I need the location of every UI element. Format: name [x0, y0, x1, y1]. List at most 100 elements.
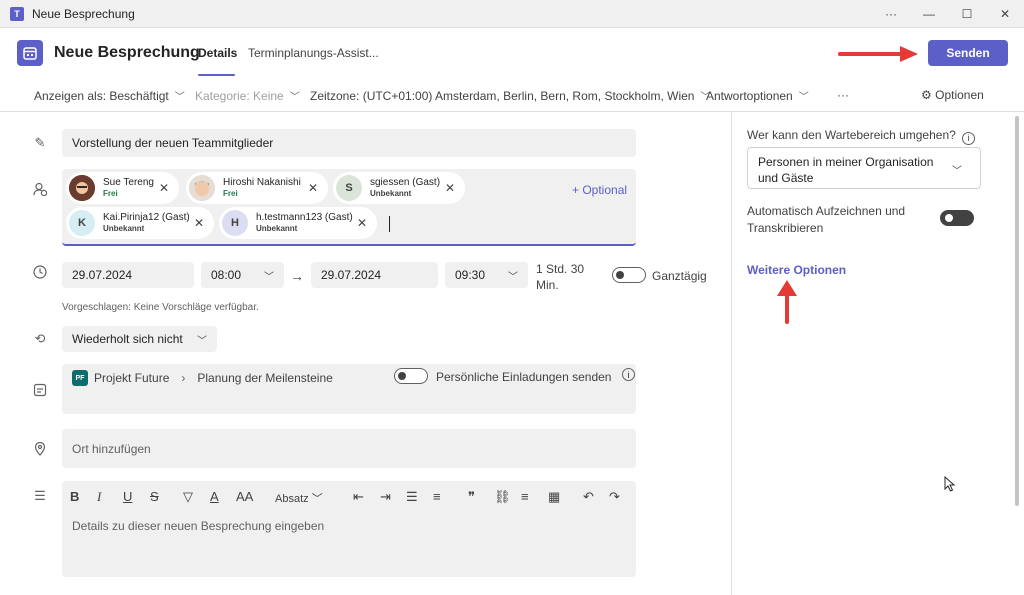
attendee-name: sgiessen (Gast) [370, 177, 441, 188]
attendee-status: Unbekannt [103, 224, 145, 233]
pencil-icon: ✎ [34, 135, 46, 150]
show-as-label: Anzeigen als: Beschäftigt [34, 89, 169, 103]
response-options-dropdown[interactable]: Antwortoptionen ﹀ [706, 88, 809, 103]
chevron-right-icon: › [181, 371, 186, 385]
channel-icon [32, 382, 48, 398]
clock-icon [32, 264, 48, 280]
font-size-icon[interactable]: AA [236, 489, 253, 504]
start-date-input[interactable]: 29.07.2024 [62, 262, 194, 288]
tab-details[interactable]: Details [198, 46, 237, 60]
avatar [69, 175, 95, 201]
attendees-field[interactable]: Sue Tereng Frei ✕ Hiroshi Nakanishi Frei ✕… [62, 169, 636, 246]
horizontal-rule-icon[interactable]: ≡ [521, 489, 529, 504]
underline-icon[interactable]: U [123, 489, 132, 504]
window-controls: ··· — ☐ ✕ [872, 0, 1024, 28]
options-label: Optionen [935, 88, 984, 102]
mouse-cursor-icon [944, 476, 956, 492]
repeat-icon: ⟲ [34, 331, 46, 346]
page-title: Neue Besprechung [54, 44, 200, 61]
maximize-icon[interactable]: ☐ [948, 0, 986, 28]
window-titlebar: T Neue Besprechung ··· — ☐ ✕ [0, 0, 1024, 28]
timezone-dropdown[interactable]: Zeitzone: (UTC+01:00) Amsterdam, Berlin,… [310, 88, 710, 103]
chevron-down-icon: ﹀ [508, 271, 518, 283]
attendee-status: Frei [223, 189, 238, 198]
attendee-name: h.testmann123 (Gast) [256, 212, 353, 223]
avatar: S [336, 175, 362, 201]
recurrence-value: Wiederholt sich nicht [72, 332, 183, 346]
indent-icon[interactable]: ⇥ [380, 489, 391, 505]
chevron-down-icon: ﹀ [798, 92, 809, 103]
arrow-right-icon: → [290, 268, 304, 284]
gear-icon: ⚙ [921, 88, 932, 102]
recurrence-select[interactable]: Wiederholt sich nicht ﹀ [62, 326, 217, 352]
category-dropdown[interactable]: Kategorie: Keine ﹀ [195, 88, 300, 103]
info-icon[interactable]: i [962, 132, 976, 145]
font-color-icon[interactable]: A [210, 489, 219, 504]
title-input[interactable]: Vorstellung der neuen Teammitglieder [62, 129, 636, 157]
table-icon[interactable]: ▦ [548, 489, 560, 505]
scrollbar[interactable] [1015, 116, 1019, 506]
avatar [189, 175, 215, 201]
remove-attendee-icon[interactable]: ✕ [194, 216, 204, 230]
attendee-pill: H h.testmann123 (Gast) Unbekannt ✕ [219, 207, 377, 239]
calendar-icon [17, 40, 43, 66]
redo-icon[interactable]: ↷ [609, 489, 620, 505]
info-icon[interactable]: i [622, 368, 635, 381]
text-format-icon: ☰ [34, 488, 46, 503]
paragraph-style-dropdown[interactable]: Absatz ﹀ [275, 490, 323, 506]
highlight-icon[interactable]: ▽ [183, 489, 193, 505]
start-time-value: 08:00 [211, 268, 242, 282]
show-as-dropdown[interactable]: Anzeigen als: Beschäftigt ﹀ [34, 88, 185, 103]
attendee-pill: K Kai.Pirinja12 (Gast) Unbekannt ✕ [66, 207, 214, 239]
more-options-link[interactable]: Weitere Optionen [747, 263, 846, 277]
remove-attendee-icon[interactable]: ✕ [445, 181, 455, 195]
details-editor[interactable]: B I U S ▽ A AA Absatz ﹀ ⇤ ⇥ ☰ ≡ ❞ ⛓ ≡ ▦ … [62, 481, 636, 577]
team-name: Projekt Future [94, 371, 170, 385]
options-button[interactable]: ⚙ Optionen [921, 88, 984, 102]
italic-icon[interactable]: I [97, 489, 101, 505]
add-optional-link[interactable]: + Optional [572, 183, 627, 197]
location-icon [32, 441, 48, 457]
active-tab-indicator [198, 74, 235, 76]
all-day-toggle[interactable] [612, 267, 646, 283]
bulleted-list-icon[interactable]: ☰ [406, 489, 418, 505]
attendee-status: Unbekannt [256, 224, 298, 233]
undo-icon[interactable]: ↶ [583, 489, 594, 505]
numbered-list-icon[interactable]: ≡ [433, 489, 441, 504]
response-options-label: Antwortoptionen [706, 89, 793, 103]
attendee-name: Sue Tereng [103, 177, 154, 188]
tab-scheduling-assistant[interactable]: Terminplanungs-Assist... [248, 46, 379, 60]
close-icon[interactable]: ✕ [986, 0, 1024, 28]
link-icon[interactable]: ⛓ [494, 489, 511, 505]
outdent-icon[interactable]: ⇤ [353, 489, 364, 505]
timezone-label: Zeitzone: (UTC+01:00) Amsterdam, Berlin,… [310, 89, 695, 103]
remove-attendee-icon[interactable]: ✕ [308, 181, 318, 195]
start-time-select[interactable]: 08:00 ﹀ [201, 262, 284, 288]
attendee-pill: Sue Tereng Frei ✕ [66, 172, 179, 204]
strikethrough-icon[interactable]: S [150, 489, 159, 504]
location-input[interactable]: Ort hinzufügen [62, 429, 636, 468]
end-time-select[interactable]: 09:30 ﹀ [445, 262, 528, 288]
remove-attendee-icon[interactable]: ✕ [357, 216, 367, 230]
annotation-arrow-up-icon [777, 280, 797, 324]
more-options-icon[interactable]: ··· [837, 88, 849, 102]
suggestion-text: Vorgeschlagen: Keine Vorschläge verfügba… [62, 302, 259, 313]
minimize-icon[interactable]: — [910, 0, 948, 28]
chevron-down-icon: ﹀ [952, 166, 962, 177]
more-icon[interactable]: ··· [872, 0, 910, 28]
lobby-bypass-text: Wer kann den Wartebereich umgehen? [747, 128, 956, 142]
avatar: K [69, 210, 95, 236]
bold-icon[interactable]: B [70, 489, 79, 504]
details-placeholder: Details zu dieser neuen Besprechung eing… [72, 519, 325, 533]
personal-invites-toggle[interactable] [394, 368, 428, 384]
end-date-input[interactable]: 29.07.2024 [311, 262, 438, 288]
quote-icon[interactable]: ❞ [468, 489, 475, 505]
lobby-bypass-value: Personen in meiner Organisation und Gäst… [758, 155, 934, 185]
lobby-bypass-select[interactable]: Personen in meiner Organisation und Gäst… [747, 147, 981, 189]
personal-invites-label: Persönliche Einladungen senden [436, 370, 612, 384]
add-person-icon [32, 181, 48, 197]
auto-record-toggle[interactable] [940, 210, 974, 226]
send-button[interactable]: Senden [928, 40, 1008, 66]
attendee-pill: Hiroshi Nakanishi Frei ✕ [186, 172, 328, 204]
remove-attendee-icon[interactable]: ✕ [159, 181, 169, 195]
